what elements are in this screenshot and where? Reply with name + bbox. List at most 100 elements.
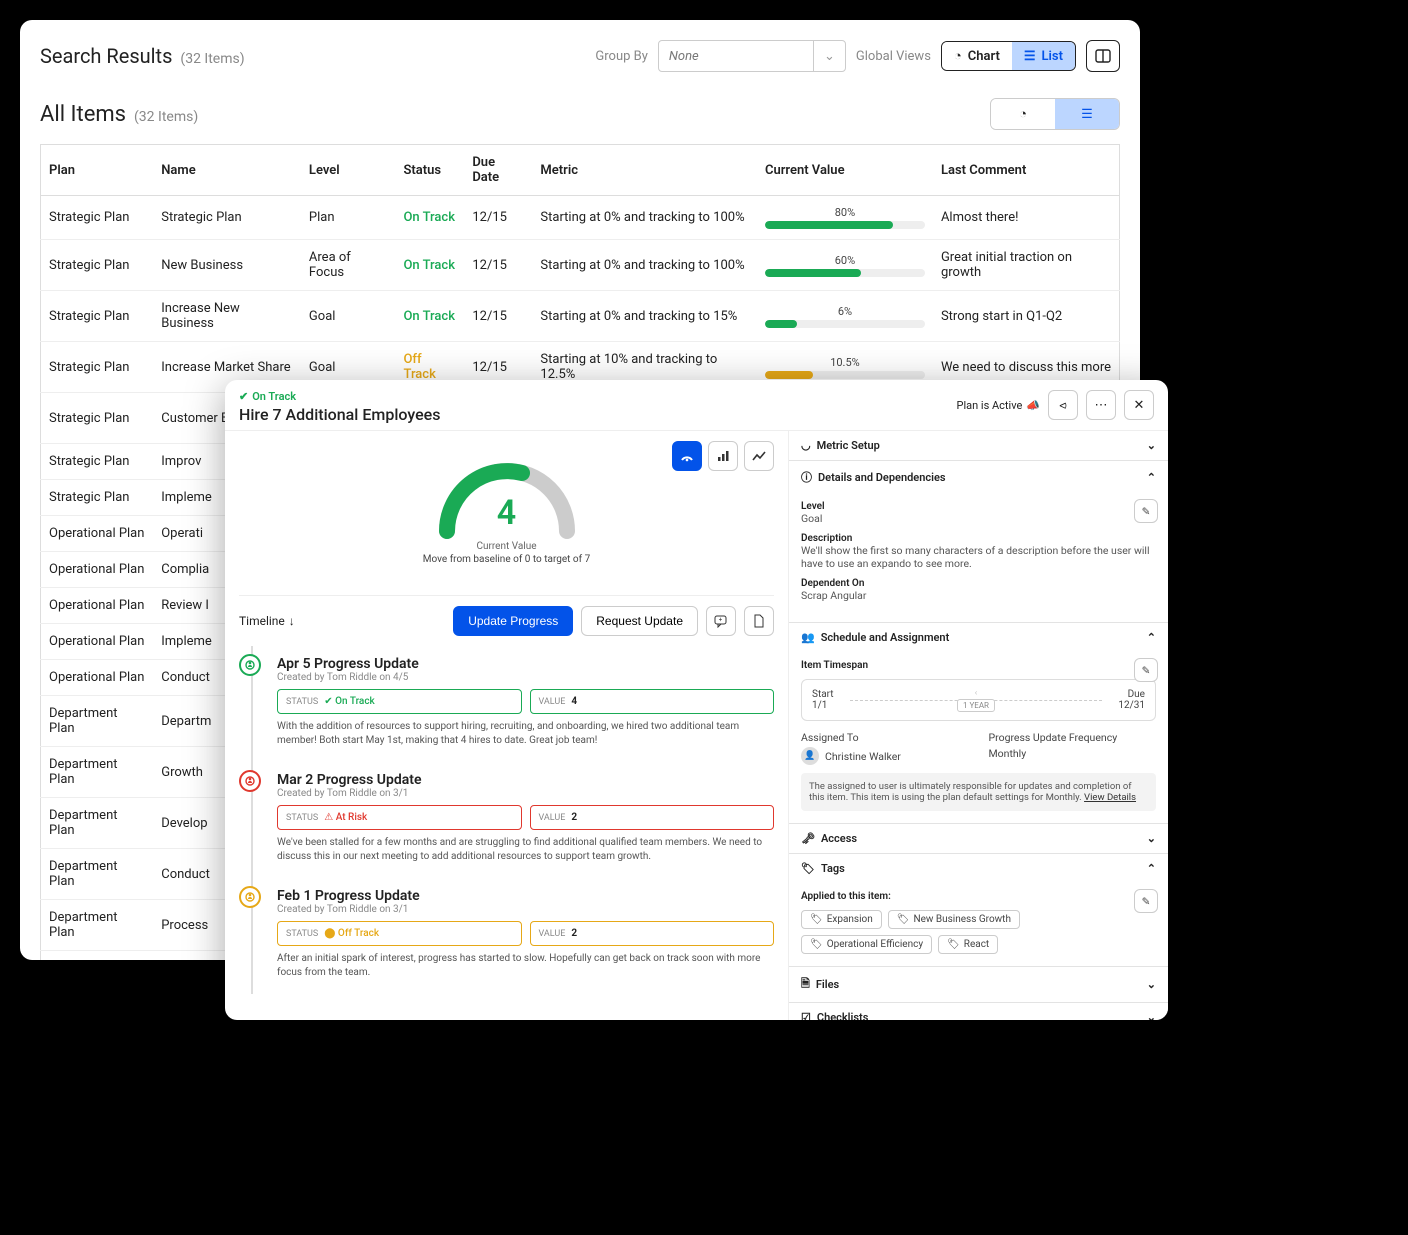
timeline-sort[interactable]: Timeline ↓ bbox=[239, 614, 295, 628]
update-progress-button[interactable]: Update Progress bbox=[453, 606, 573, 636]
status-box: STATUS ⚠ At Risk bbox=[277, 805, 522, 830]
page-title: Search Results bbox=[40, 44, 172, 68]
request-update-button[interactable]: Request Update bbox=[581, 606, 698, 636]
access-section[interactable]: 🗝Access ⌄ bbox=[789, 824, 1168, 853]
file-icon bbox=[753, 614, 765, 628]
column-header[interactable]: Last Comment bbox=[933, 145, 1120, 196]
checklist-icon: ☑ bbox=[801, 1011, 811, 1020]
global-views-label: Global Views bbox=[856, 49, 931, 64]
export-button[interactable] bbox=[744, 606, 774, 636]
metric-setup-section[interactable]: ◡Metric Setup ⌄ bbox=[789, 431, 1168, 460]
svg-text:+: + bbox=[719, 617, 723, 624]
group-by-value: None bbox=[669, 49, 699, 64]
chevron-down-icon: ⌄ bbox=[1147, 832, 1156, 845]
column-header[interactable]: Status bbox=[395, 145, 464, 196]
tag[interactable]: 🏷React bbox=[938, 935, 998, 954]
table-row[interactable]: Strategic PlanNew BusinessArea of FocusO… bbox=[41, 240, 1120, 291]
timeline-subtitle: Created by Tom Riddle on 3/1 bbox=[277, 904, 774, 915]
tag-icon: 🏷 bbox=[810, 914, 823, 925]
schedule-section[interactable]: 👥Schedule and Assignment ⌃ bbox=[789, 623, 1168, 652]
column-header[interactable]: Due Date bbox=[464, 145, 532, 196]
item-drawer: ✔ On Track Hire 7 Additional Employees P… bbox=[225, 380, 1168, 1020]
gauge-icon bbox=[680, 449, 694, 463]
share-button[interactable]: ⪦ bbox=[1048, 390, 1078, 420]
item-timespan: Start1/1 ‹ 1 YEAR Due12/31 bbox=[801, 679, 1156, 721]
edit-tags-button[interactable]: ✎ bbox=[1134, 889, 1158, 913]
pencil-icon: ✎ bbox=[1142, 505, 1151, 518]
bar-view-button[interactable] bbox=[708, 441, 738, 471]
mini-chart-button[interactable]: ◔ bbox=[991, 99, 1055, 129]
chevron-down-icon: ⌄ bbox=[813, 41, 835, 71]
pie-chart-icon: ◔ bbox=[1019, 106, 1027, 122]
tag-icon: 🏷 bbox=[810, 939, 823, 950]
timeline-title: Feb 1 Progress Update bbox=[277, 888, 774, 904]
view-details-link[interactable]: View Details bbox=[1084, 792, 1136, 803]
timeline-note: We've been stalled for a few months and … bbox=[277, 836, 774, 864]
timeline-item: Apr 5 Progress UpdateCreated by Tom Ridd… bbox=[267, 646, 774, 762]
status-badge: ✔ On Track bbox=[239, 390, 440, 403]
close-icon: ✕ bbox=[1134, 398, 1145, 413]
table-row[interactable]: Strategic PlanIncrease New BusinessGoalO… bbox=[41, 291, 1120, 342]
panel-layout-button[interactable] bbox=[1086, 40, 1120, 72]
bar-chart-icon bbox=[716, 449, 730, 463]
lock-icon: 🗝 bbox=[801, 832, 815, 845]
column-header[interactable]: Name bbox=[153, 145, 301, 196]
status-box: STATUS ✔ On Track bbox=[277, 689, 522, 714]
edit-schedule-button[interactable]: ✎ bbox=[1134, 658, 1158, 682]
value-box: VALUE 2 bbox=[530, 805, 775, 830]
column-header[interactable]: Plan bbox=[41, 145, 154, 196]
chevron-down-icon: ⌄ bbox=[1147, 1011, 1156, 1020]
group-by-select[interactable]: None ⌄ bbox=[658, 40, 846, 72]
line-chart-icon bbox=[752, 449, 766, 463]
timeline-dot bbox=[239, 886, 261, 908]
tag[interactable]: 🏷New Business Growth bbox=[888, 910, 1020, 929]
list-icon: ☰ bbox=[1024, 49, 1036, 64]
gauge-subtext: Move from baseline of 0 to target of 7 bbox=[239, 554, 774, 565]
progress-gauge: 4 bbox=[427, 451, 587, 541]
chevron-up-icon: ⌃ bbox=[1147, 471, 1156, 484]
more-button[interactable]: ⋯ bbox=[1086, 390, 1116, 420]
column-header[interactable]: Level bbox=[301, 145, 396, 196]
chart-view-button[interactable]: ◔ Chart bbox=[942, 42, 1012, 70]
column-header[interactable]: Current Value bbox=[757, 145, 933, 196]
comment-plus-icon: + bbox=[714, 614, 728, 628]
chevron-up-icon: ⌃ bbox=[1147, 631, 1156, 644]
column-header[interactable]: Metric bbox=[532, 145, 757, 196]
progress-bar: 60% bbox=[765, 254, 925, 277]
columns-icon bbox=[1095, 48, 1111, 64]
timeline-subtitle: Created by Tom Riddle on 3/1 bbox=[277, 788, 774, 799]
arrow-down-icon: ↓ bbox=[289, 614, 295, 628]
check-circle-icon: ✔ bbox=[239, 390, 248, 403]
pencil-icon: ✎ bbox=[1142, 895, 1151, 908]
drawer-title: Hire 7 Additional Employees bbox=[239, 405, 440, 424]
file-icon: 🗎 bbox=[801, 975, 810, 994]
checklists-section[interactable]: ☑Checklists ⌄ bbox=[789, 1003, 1168, 1020]
line-view-button[interactable] bbox=[744, 441, 774, 471]
section-title: All Items bbox=[40, 102, 126, 127]
drawer-side-panel: ◡Metric Setup ⌄ ⓘDetails and Dependencie… bbox=[788, 430, 1168, 1020]
table-row[interactable]: Strategic PlanStrategic PlanPlanOn Track… bbox=[41, 196, 1120, 240]
timeline-item: Mar 2 Progress UpdateCreated by Tom Ridd… bbox=[267, 762, 774, 878]
gauge-view-button[interactable] bbox=[672, 441, 702, 471]
list-view-button[interactable]: ☰ List bbox=[1012, 42, 1075, 70]
value-box: VALUE 2 bbox=[530, 921, 775, 946]
edit-details-button[interactable]: ✎ bbox=[1134, 499, 1158, 523]
timeline-note: With the addition of resources to suppor… bbox=[277, 720, 774, 748]
assigned-user: Christine Walker bbox=[825, 750, 901, 763]
close-button[interactable]: ✕ bbox=[1124, 390, 1154, 420]
mini-view-toggle: ◔ ☰ bbox=[990, 98, 1120, 130]
value-box: VALUE 4 bbox=[530, 689, 775, 714]
tag[interactable]: 🏷Operational Efficiency bbox=[801, 935, 932, 954]
gauge-icon: ◡ bbox=[801, 439, 811, 452]
add-comment-button[interactable]: + bbox=[706, 606, 736, 636]
files-section[interactable]: 🗎Files ⌄ bbox=[789, 967, 1168, 1002]
timeline-title: Mar 2 Progress Update bbox=[277, 772, 774, 788]
tags-section[interactable]: 🏷Tags ⌃ bbox=[789, 854, 1168, 883]
timeline-item: Feb 1 Progress UpdateCreated by Tom Ridd… bbox=[267, 878, 774, 994]
status-box: STATUS ⬤ Off Track bbox=[277, 921, 522, 946]
progress-bar: 10.5% bbox=[765, 356, 925, 379]
details-section[interactable]: ⓘDetails and Dependencies ⌃ bbox=[789, 461, 1168, 493]
mini-list-button[interactable]: ☰ bbox=[1055, 99, 1119, 129]
tag[interactable]: 🏷Expansion bbox=[801, 910, 882, 929]
page-header: Search Results (32 Items) Group By None … bbox=[20, 40, 1140, 84]
